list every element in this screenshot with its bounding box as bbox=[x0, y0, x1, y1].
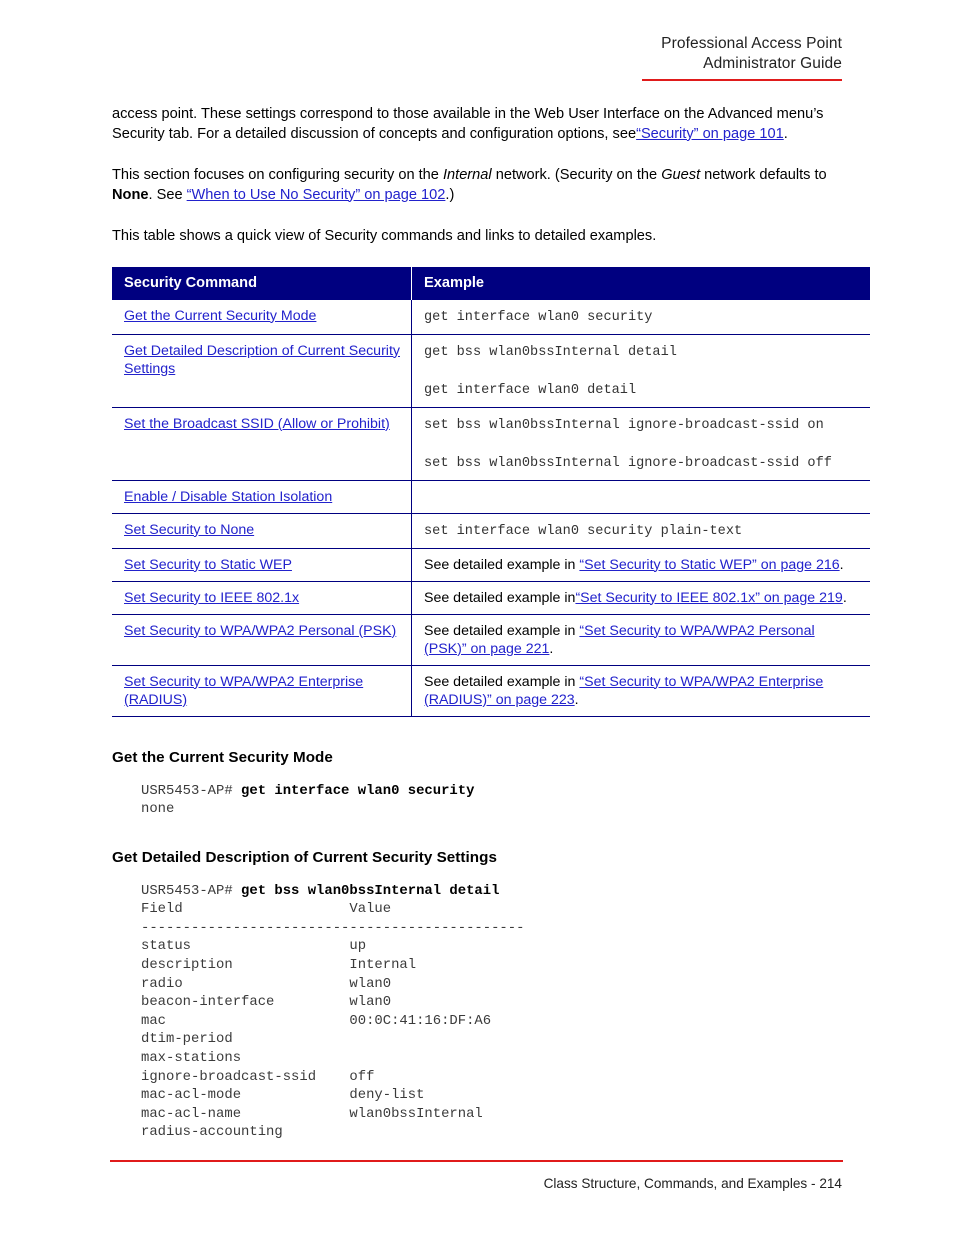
table-cell-command: Set Security to WPA/WPA2 Personal (PSK) bbox=[112, 613, 412, 665]
link-set-broadcast-ssid[interactable]: Set the Broadcast SSID (Allow or Prohibi… bbox=[124, 416, 390, 432]
para2-text-d: . See bbox=[148, 186, 187, 203]
example-command-text: set interface wlan0 security plain-text bbox=[424, 523, 743, 539]
intro-paragraph-1-period: . bbox=[783, 125, 788, 142]
table-cell-example: set bss wlan0bssInternal ignore-broadcas… bbox=[411, 406, 870, 480]
link-set-security-wpa-enterprise[interactable]: Set Security to WPA/WPA2 Enterprise (RAD… bbox=[124, 674, 363, 708]
table-cell-command: Get the Current Security Mode bbox=[112, 298, 412, 334]
page-header: Professional Access Point Administrator … bbox=[422, 34, 842, 73]
table-cell-example: See detailed example in “Set Security to… bbox=[411, 613, 870, 665]
cli-output: Field Value ----------------------------… bbox=[141, 901, 525, 1141]
table-row: Get Detailed Description of Current Secu… bbox=[112, 333, 870, 407]
table-cell-example: set interface wlan0 security plain-text bbox=[411, 512, 870, 548]
table-row: Set Security to Static WEP See detailed … bbox=[112, 547, 870, 581]
cli-output: none bbox=[141, 801, 175, 818]
example-suffix-text: . bbox=[549, 640, 554, 657]
security-commands-table: Security Command Example Get the Current… bbox=[112, 266, 870, 717]
when-to-use-no-security-link[interactable]: “When to Use No Security” on page 102 bbox=[187, 187, 446, 203]
example-prefix-text: See detailed example in bbox=[424, 556, 580, 573]
table-row: Enable / Disable Station Isolation bbox=[112, 479, 870, 513]
table-cell-command: Set Security to IEEE 802.1x bbox=[112, 580, 412, 614]
table-cell-command: Set Security to None bbox=[112, 512, 412, 548]
cli-block-get-detailed-description: USR5453-AP# get bss wlan0bssInternal det… bbox=[141, 882, 845, 1142]
cli-command: get interface wlan0 security bbox=[241, 782, 475, 799]
table-row: Set Security to WPA/WPA2 Enterprise (RAD… bbox=[112, 664, 870, 717]
section-heading-get-detailed-description: Get Detailed Description of Current Secu… bbox=[112, 848, 497, 866]
link-set-security-to-none[interactable]: Set Security to None bbox=[124, 522, 254, 538]
link-set-security-ieee-8021x[interactable]: Set Security to IEEE 802.1x bbox=[124, 590, 299, 606]
para2-none-bold: None bbox=[112, 186, 149, 203]
table-cell-example: See detailed example in “Set Security to… bbox=[411, 664, 870, 717]
example-command-text: get bss wlan0bssInternal detail bbox=[424, 344, 677, 360]
footer-divider-rule bbox=[110, 1160, 843, 1162]
intro-paragraph-2: This section focuses on configuring secu… bbox=[112, 166, 845, 205]
table-row: Set Security to None set interface wlan0… bbox=[112, 512, 870, 548]
table-cell-command: Set Security to Static WEP bbox=[112, 547, 412, 581]
cli-command: get bss wlan0bssInternal detail bbox=[241, 882, 500, 899]
section-heading-get-current-security-mode: Get the Current Security Mode bbox=[112, 748, 333, 766]
example-prefix-text: See detailed example in bbox=[424, 673, 580, 690]
cli-prompt: USR5453-AP# bbox=[141, 882, 242, 899]
table-header-example: Example bbox=[411, 266, 870, 299]
example-command-text: get interface wlan0 security bbox=[424, 309, 653, 325]
example-command-text-secondary: get interface wlan0 detail bbox=[424, 382, 637, 398]
cli-prompt: USR5453-AP# bbox=[141, 782, 242, 799]
table-row: Set Security to WPA/WPA2 Personal (PSK) … bbox=[112, 613, 870, 665]
cli-block-get-current-security-mode: USR5453-AP# get interface wlan0 security… bbox=[141, 782, 845, 819]
table-cell-example: See detailed example in “Set Security to… bbox=[411, 547, 870, 581]
table-cell-command: Set the Broadcast SSID (Allow or Prohibi… bbox=[112, 406, 412, 480]
intro-paragraph-3: This table shows a quick view of Securit… bbox=[112, 228, 657, 244]
table-header-row: Security Command Example bbox=[112, 266, 870, 299]
document-page: Professional Access Point Administrator … bbox=[0, 0, 954, 1235]
link-set-security-wpa-personal[interactable]: Set Security to WPA/WPA2 Personal (PSK) bbox=[124, 623, 396, 639]
para2-internal-emphasis: Internal bbox=[442, 167, 492, 183]
para2-text-a: This section focuses on configuring secu… bbox=[112, 167, 443, 183]
table-cell-command: Enable / Disable Station Isolation bbox=[112, 479, 412, 513]
table-header-security-command: Security Command bbox=[112, 266, 412, 299]
para2-guest-emphasis: Guest bbox=[661, 167, 701, 183]
table-cell-example-empty bbox=[411, 479, 870, 513]
link-ieee-8021x-page-219[interactable]: “Set Security to IEEE 802.1x” on page 21… bbox=[575, 590, 842, 606]
table-cell-command: Get Detailed Description of Current Secu… bbox=[112, 333, 412, 407]
page-content: access point. These settings correspond … bbox=[112, 105, 870, 1142]
header-title-line-2: Administrator Guide bbox=[703, 54, 842, 72]
para2-text-e: .) bbox=[445, 186, 455, 203]
table-cell-command: Set Security to WPA/WPA2 Enterprise (RAD… bbox=[112, 664, 412, 717]
example-suffix-text: . bbox=[839, 556, 844, 573]
table-cell-example: See detailed example in“Set Security to … bbox=[411, 580, 870, 614]
example-suffix-text: . bbox=[842, 589, 847, 606]
example-prefix-text: See detailed example in bbox=[424, 589, 576, 606]
table-cell-example: get bss wlan0bssInternal detail get inte… bbox=[411, 333, 870, 407]
link-get-current-security-mode[interactable]: Get the Current Security Mode bbox=[124, 308, 316, 324]
para2-text-b: network. (Security on the bbox=[491, 167, 662, 183]
table-cell-example: get interface wlan0 security bbox=[411, 298, 870, 334]
link-static-wep-page-216[interactable]: “Set Security to Static WEP” on page 216 bbox=[579, 557, 839, 573]
table-row: Set Security to IEEE 802.1x See detailed… bbox=[112, 580, 870, 614]
para2-text-c: network defaults to bbox=[700, 167, 827, 183]
link-get-detailed-description[interactable]: Get Detailed Description of Current Secu… bbox=[124, 343, 400, 377]
example-suffix-text: . bbox=[574, 691, 579, 708]
example-prefix-text: See detailed example in bbox=[424, 622, 580, 639]
table-row: Set the Broadcast SSID (Allow or Prohibi… bbox=[112, 406, 870, 480]
table-row: Get the Current Security Mode get interf… bbox=[112, 298, 870, 334]
security-page-101-link[interactable]: “Security” on page 101 bbox=[636, 126, 784, 142]
header-divider-rule bbox=[642, 79, 842, 81]
link-enable-disable-station-isolation[interactable]: Enable / Disable Station Isolation bbox=[124, 489, 332, 505]
header-title-line-1: Professional Access Point bbox=[661, 35, 842, 52]
example-command-text: set bss wlan0bssInternal ignore-broadcas… bbox=[424, 417, 824, 433]
intro-paragraph-1: access point. These settings correspond … bbox=[112, 105, 845, 144]
link-set-security-static-wep[interactable]: Set Security to Static WEP bbox=[124, 557, 292, 573]
page-footer: Class Structure, Commands, and Examples … bbox=[543, 1176, 842, 1191]
example-command-text-secondary: set bss wlan0bssInternal ignore-broadcas… bbox=[424, 455, 832, 471]
